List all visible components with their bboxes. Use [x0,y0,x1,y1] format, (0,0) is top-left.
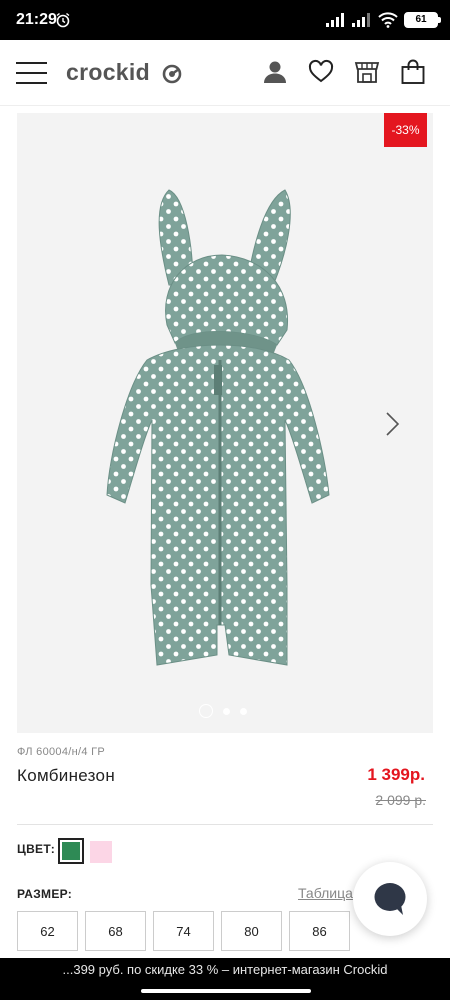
chat-button[interactable] [353,862,427,936]
status-time: 21:29 [16,11,57,28]
alarm-icon [56,12,70,28]
gallery-dot-1[interactable] [199,704,213,718]
product-gallery[interactable]: -33% [17,113,433,733]
wifi-icon [378,12,398,28]
divider [17,824,433,825]
size-button-86[interactable]: 86 [289,911,350,951]
size-button-74[interactable]: 74 [153,911,214,951]
shopping-bag-icon[interactable] [400,59,426,85]
gallery-dot-3[interactable] [240,707,247,715]
hamburger-menu-icon[interactable] [16,62,47,84]
color-swatch-pink[interactable] [90,841,112,863]
battery-indicator: 61 [404,12,441,28]
site-header: crockid [0,40,450,106]
header-actions [262,59,426,85]
signal-icon [326,13,344,27]
size-label: РАЗМЕР: [17,887,73,901]
user-icon[interactable] [262,59,288,85]
site-logo[interactable]: crockid [66,59,150,86]
size-button-68[interactable]: 68 [85,911,146,951]
logo-mark-icon [162,64,182,84]
size-button-62[interactable]: 62 [17,911,78,951]
store-icon[interactable] [354,59,380,85]
chevron-right-icon[interactable] [385,411,401,437]
status-indicators: 61 [326,10,441,30]
discount-badge: -33% [384,113,427,147]
product-title: Комбинезон [17,766,116,785]
product-sku: ФЛ 60004/н/4 ГР [17,746,106,758]
heart-icon[interactable] [308,59,334,85]
status-bar: 21:29 61 [0,0,450,40]
size-button-80[interactable]: 80 [221,911,282,951]
page-title-bar[interactable]: ...399 руб. по скидке 33 % – интернет-ма… [0,962,450,977]
home-indicator[interactable] [141,989,311,993]
product-old-price: 2 099 р. [375,792,426,808]
size-table-link[interactable]: Таблица [298,885,353,901]
chat-bubble-icon [374,883,406,915]
browser-bottom-bar: ...399 руб. по скидке 33 % – интернет-ма… [0,958,450,1000]
gallery-dot-2[interactable] [223,707,230,715]
product-image [106,189,330,666]
size-options: 62 68 74 80 86 [17,911,350,951]
gallery-pagination [199,704,247,718]
color-swatch-green[interactable] [58,838,84,864]
color-label: ЦВЕТ: [17,842,56,856]
signal-icon-secondary [352,13,370,27]
product-price: 1 399р. [367,765,425,784]
